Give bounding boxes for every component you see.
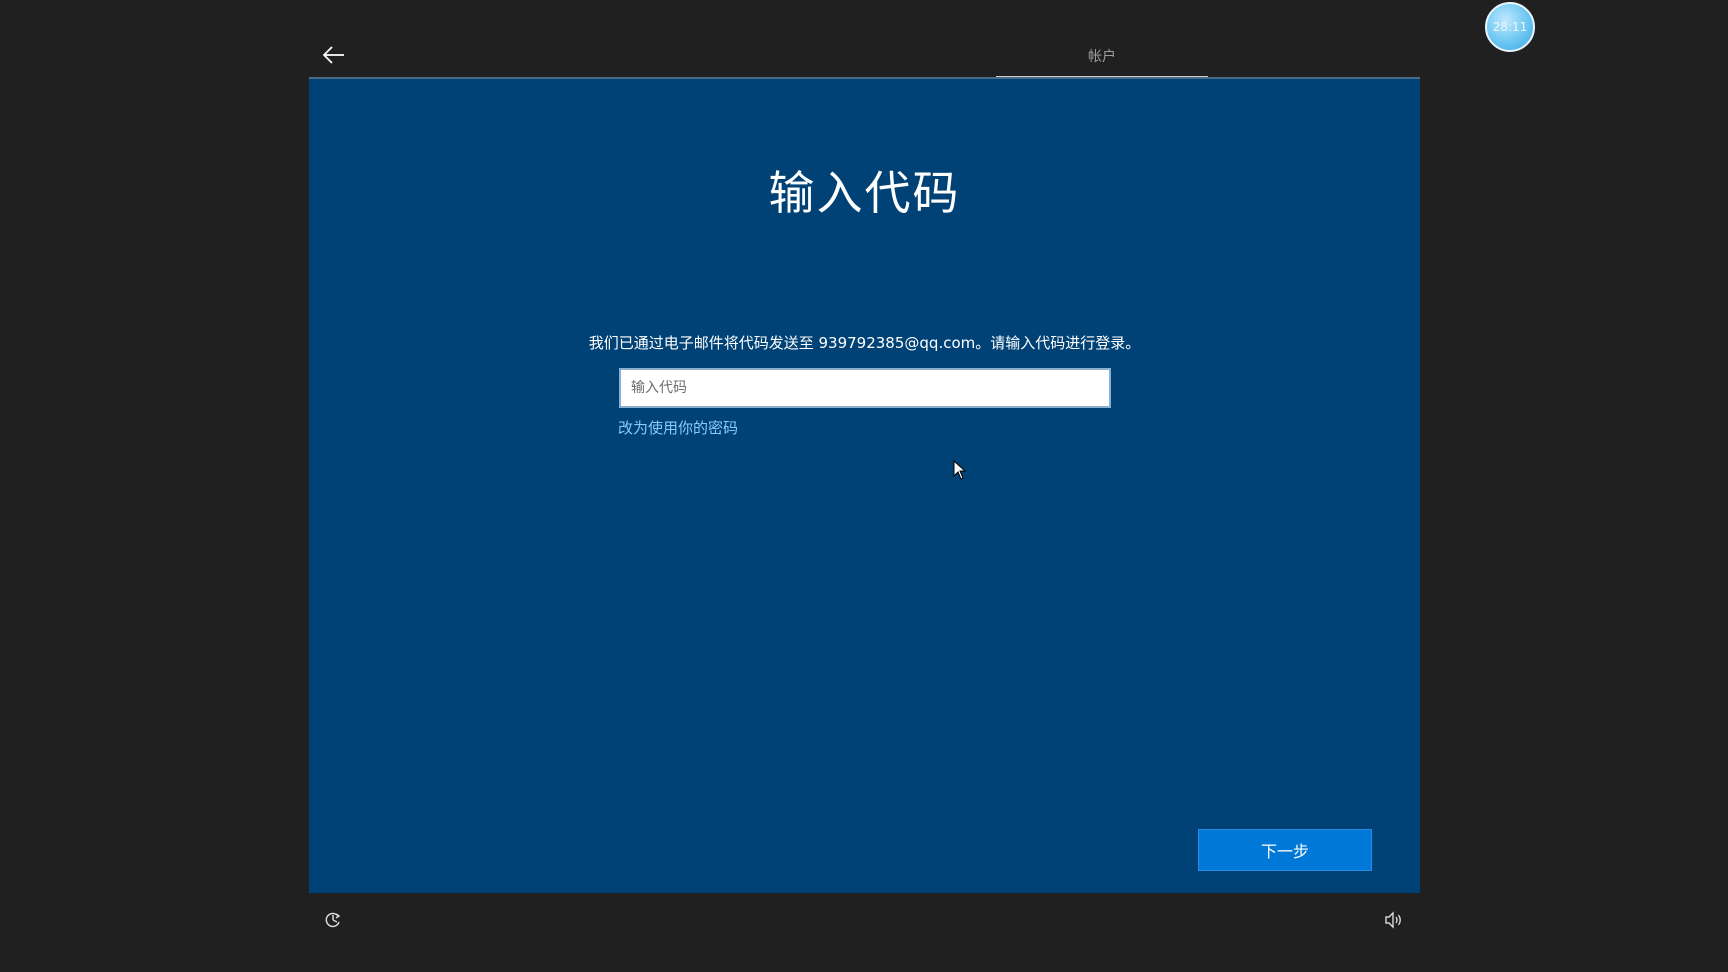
- back-button[interactable]: [318, 40, 350, 70]
- main-panel: 输入代码 我们已通过电子邮件将代码发送至 939792385@qq.com。请输…: [309, 77, 1420, 893]
- code-input[interactable]: [619, 368, 1111, 408]
- back-arrow-icon: [323, 46, 344, 64]
- accessibility-button[interactable]: [320, 908, 346, 932]
- timer-badge: 28:11: [1485, 2, 1535, 52]
- use-password-link[interactable]: 改为使用你的密码: [618, 417, 738, 438]
- instruction-text: 我们已通过电子邮件将代码发送至 939792385@qq.com。请输入代码进行…: [588, 334, 1141, 352]
- mouse-cursor-icon: [953, 460, 967, 480]
- next-button[interactable]: 下一步: [1198, 829, 1372, 871]
- volume-button[interactable]: [1380, 908, 1406, 932]
- oobe-screen: 帐户 28:11 输入代码 我们已通过电子邮件将代码发送至 939792385@…: [0, 0, 1728, 972]
- step-label-account: 帐户: [1088, 49, 1116, 65]
- accessibility-icon: [325, 912, 341, 928]
- page-title: 输入代码: [768, 166, 961, 220]
- volume-icon: [1385, 911, 1401, 929]
- step-indicator: 帐户: [996, 40, 1208, 80]
